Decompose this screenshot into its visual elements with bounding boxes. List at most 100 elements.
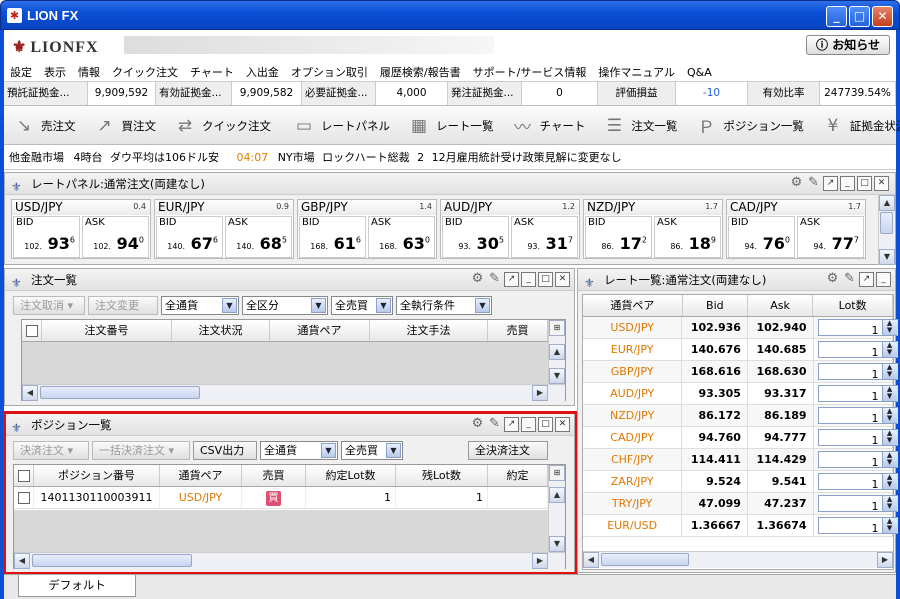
cancel-order-button[interactable]: 注文取消 ▾ [13, 295, 85, 315]
rate-list-hscroll[interactable]: ◀ ▶ [583, 551, 893, 568]
quick-order-button[interactable]: ⇄ クイック注文 [165, 111, 280, 141]
scroll-up-icon[interactable]: ▲ [879, 195, 895, 211]
spinner-icon[interactable]: ▲ ▼ [881, 386, 897, 401]
scroll-thumb[interactable] [601, 553, 689, 566]
buy-order-button[interactable]: ↗ 買注文 [85, 111, 166, 141]
menu-item[interactable]: クイック注文 [106, 60, 184, 84]
maximize-button[interactable]: □ [849, 6, 870, 27]
table-row[interactable]: CAD/JPY 94.760 94.777 1 ▲ ▼ [583, 427, 898, 449]
popout-icon[interactable]: ↗ [823, 176, 838, 191]
close-icon[interactable]: ✕ [874, 176, 889, 191]
scroll-down-icon[interactable]: ▼ [549, 368, 565, 384]
spinner-icon[interactable]: ▲ ▼ [881, 320, 897, 335]
table-row[interactable]: EUR/USD 1.36667 1.36674 1 ▲ ▼ [583, 515, 898, 537]
rate-bid[interactable]: 94.760 [682, 427, 748, 448]
currency-filter-select[interactable]: 全通貨 ▼ [161, 295, 239, 315]
lot-input[interactable]: 1 ▲ ▼ [817, 451, 898, 469]
menu-item[interactable]: 入出金 [240, 60, 285, 84]
exec-condition-select[interactable]: 全執行条件 ▼ [396, 295, 492, 315]
spinner-icon[interactable]: ▲ ▼ [881, 364, 897, 379]
ask-button[interactable]: ASK 102. 940 [82, 216, 149, 258]
rate-ask[interactable]: 102.940 [748, 317, 814, 338]
ask-button[interactable]: ASK 93. 317 [511, 216, 578, 258]
scroll-down-icon[interactable]: ▼ [879, 249, 895, 265]
bid-button[interactable]: BID 140. 676 [156, 216, 223, 258]
minimize-icon[interactable]: _ [876, 272, 891, 287]
close-icon[interactable]: ✕ [555, 272, 570, 287]
table-row[interactable]: CHF/JPY 114.411 114.429 1 ▲ ▼ [583, 449, 898, 471]
rate-bid[interactable]: 1.36667 [682, 515, 748, 536]
minimize-icon[interactable]: _ [521, 272, 536, 287]
settings-icon[interactable]: ✎ [842, 272, 857, 287]
spinner-icon[interactable]: ▲ ▼ [881, 452, 897, 467]
column-header[interactable]: 注文状況 [172, 320, 270, 341]
rate-bid[interactable]: 86.172 [682, 405, 748, 426]
rate-ask[interactable]: 1.36674 [748, 515, 814, 536]
popout-icon[interactable]: ↗ [859, 272, 874, 287]
scroll-right-icon[interactable]: ▶ [532, 385, 548, 401]
rate-bid[interactable]: 114.411 [682, 449, 748, 470]
spinner-icon[interactable]: ▲ ▼ [881, 518, 897, 533]
menu-item[interactable]: 履歴検索/報告書 [374, 60, 467, 84]
column-header[interactable]: 通貨ペア [583, 295, 683, 316]
table-row[interactable]: TRY/JPY 47.099 47.237 1 ▲ ▼ [583, 493, 898, 515]
settings-icon[interactable]: ✎ [487, 272, 502, 287]
news-ticker[interactable]: 他金融市場 4時台 ダウ平均は106ドル安 04:07 NY市場 ロックハート総… [4, 146, 896, 170]
menu-item[interactable]: 設定 [4, 60, 38, 84]
menu-item[interactable]: 情報 [72, 60, 106, 84]
rate-bid[interactable]: 140.676 [682, 339, 748, 360]
table-row[interactable]: GBP/JPY 168.616 168.630 1 ▲ ▼ [583, 361, 898, 383]
scroll-left-icon[interactable]: ◀ [583, 552, 599, 568]
modify-order-button[interactable]: 注文変更 [88, 295, 158, 315]
table-row[interactable]: EUR/JPY 140.676 140.685 1 ▲ ▼ [583, 339, 898, 361]
rate-ask[interactable]: 168.630 [748, 361, 814, 382]
select-all-checkbox[interactable] [22, 320, 42, 341]
table-row[interactable]: ZAR/JPY 9.524 9.541 1 ▲ ▼ [583, 471, 898, 493]
rate-ask[interactable]: 114.429 [748, 449, 814, 470]
lot-input[interactable]: 1 ▲ ▼ [817, 429, 898, 447]
scroll-left-icon[interactable]: ◀ [22, 385, 38, 401]
gear-icon[interactable]: ⚙ [470, 272, 485, 287]
lot-input[interactable]: 1 ▲ ▼ [817, 341, 898, 359]
rate-list-button[interactable]: ▦ レート一覧 [399, 111, 503, 141]
margin-status-button[interactable]: ¥ 証拠金状況 [813, 111, 900, 141]
ask-button[interactable]: ASK 94. 777 [797, 216, 864, 258]
lot-input[interactable]: 1 ▲ ▼ [817, 363, 898, 381]
chart-button[interactable]: 〰チャート [503, 111, 595, 141]
maximize-icon[interactable]: □ [857, 176, 872, 191]
menu-item[interactable]: Q&A [681, 62, 718, 83]
bid-button[interactable]: BID 168. 616 [299, 216, 366, 258]
lot-input[interactable]: 1 ▲ ▼ [817, 495, 898, 513]
spinner-icon[interactable]: ▲ ▼ [881, 408, 897, 423]
ask-button[interactable]: ASK 140. 685 [225, 216, 292, 258]
gear-icon[interactable]: ⚙ [825, 272, 840, 287]
table-row[interactable]: NZD/JPY 86.172 86.189 1 ▲ ▼ [583, 405, 898, 427]
rate-panel-button[interactable]: ▭ レートパネル [284, 111, 399, 141]
bid-button[interactable]: BID 86. 172 [585, 216, 652, 258]
lot-input[interactable]: 1 ▲ ▼ [817, 385, 898, 403]
menu-item[interactable]: オプション取引 [285, 60, 374, 84]
column-header[interactable]: 注文番号 [42, 320, 172, 341]
column-header[interactable]: 売買 [488, 320, 548, 341]
order-vscroll[interactable]: ⊞ ▲ ▼ [548, 320, 565, 384]
side-filter-select[interactable]: 全売買 ▼ [331, 295, 393, 315]
gear-icon[interactable]: ⚙ [789, 176, 804, 191]
ask-button[interactable]: ASK 168. 630 [368, 216, 435, 258]
lot-input[interactable]: 1 ▲ ▼ [817, 473, 898, 491]
lot-input[interactable]: 1 ▲ ▼ [817, 319, 898, 337]
table-row[interactable]: USD/JPY 102.936 102.940 1 ▲ ▼ [583, 317, 898, 339]
ask-button[interactable]: ASK 86. 189 [654, 216, 721, 258]
scroll-right-icon[interactable]: ▶ [877, 552, 893, 568]
menu-item[interactable]: 操作マニュアル [592, 60, 681, 84]
popout-icon[interactable]: ↗ [504, 272, 519, 287]
menu-item[interactable]: チャート [184, 60, 240, 84]
scroll-thumb[interactable] [40, 386, 200, 399]
settings-icon[interactable]: ✎ [806, 176, 821, 191]
bid-button[interactable]: BID 93. 305 [442, 216, 509, 258]
sell-order-button[interactable]: ↘ 売注文 [4, 111, 85, 141]
spinner-icon[interactable]: ▲ ▼ [881, 496, 897, 511]
position-list-button[interactable]: Ｐ ポジション一覧 [686, 111, 813, 141]
maximize-icon[interactable]: □ [538, 272, 553, 287]
column-header[interactable]: 注文手法 [370, 320, 488, 341]
column-header[interactable]: Lot数 [813, 295, 894, 316]
